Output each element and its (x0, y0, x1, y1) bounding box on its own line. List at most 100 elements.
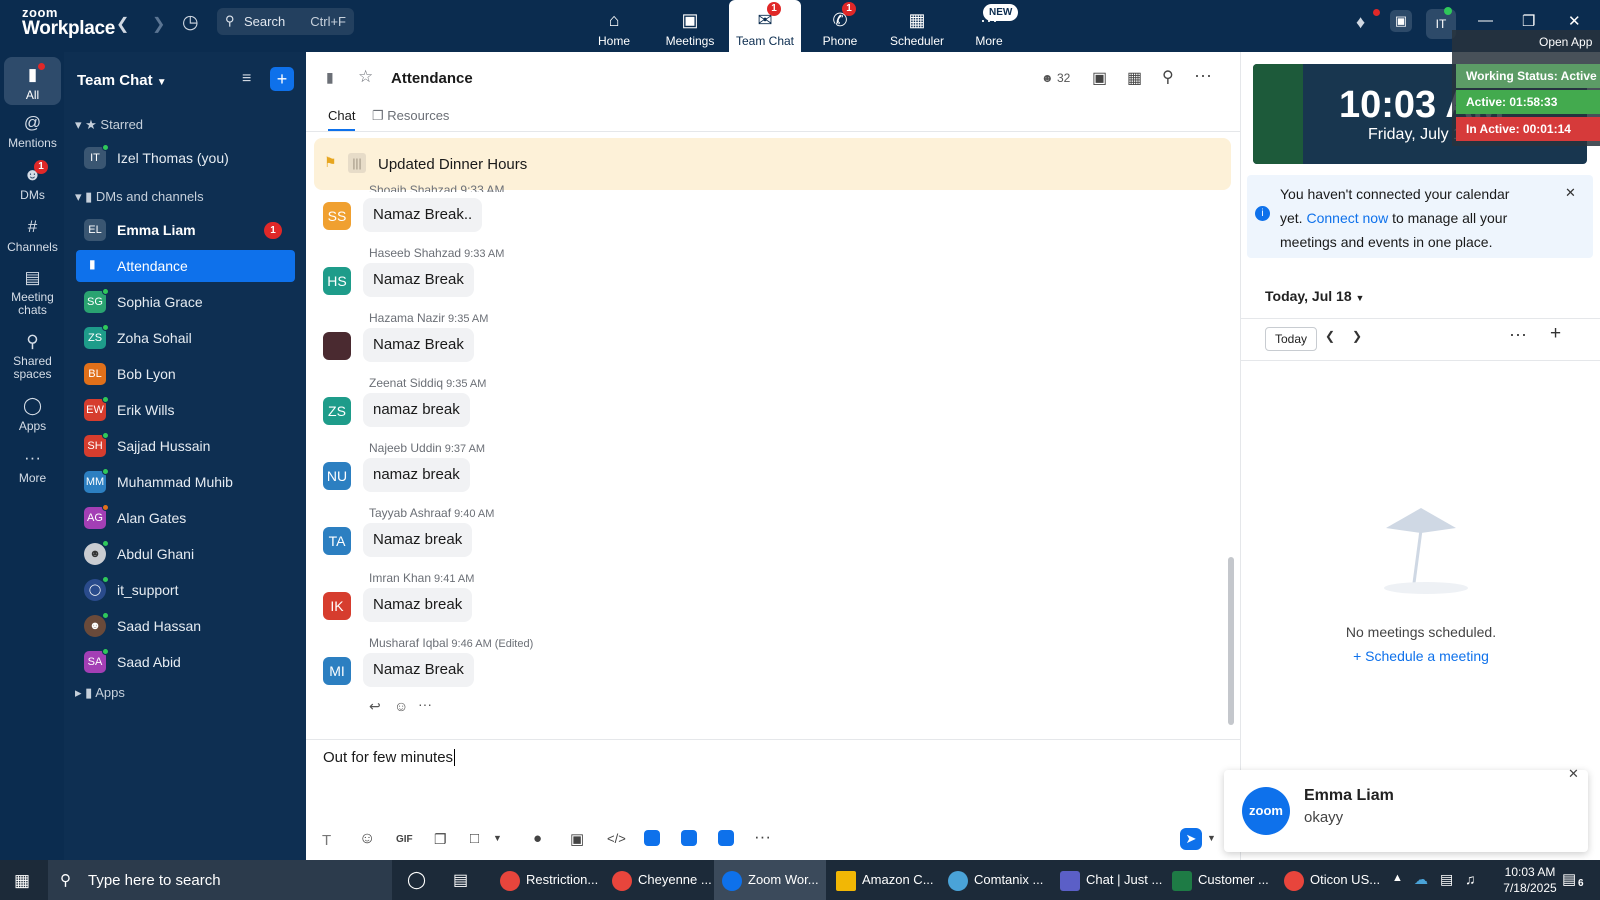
taskbar-app-2[interactable]: Cheyenne ... (612, 860, 712, 900)
add-event-icon[interactable]: + (1550, 323, 1561, 345)
sidebar-item-saad-hassan[interactable]: ☻ Saad Hassan (76, 610, 295, 642)
emoji-icon[interactable]: ☺ (359, 830, 375, 848)
back-arrow-icon[interactable]: ❮ (116, 14, 129, 34)
member-count[interactable]: ☻ 32 (1041, 71, 1070, 85)
apps-section[interactable]: ▸ ▮ Apps (75, 685, 125, 701)
more-options-icon[interactable]: ··· (1194, 65, 1212, 86)
rail-apps[interactable]: ◯ Apps (4, 395, 61, 433)
notification-center-icon[interactable]: ▤ (1562, 870, 1576, 888)
rail-all[interactable]: ▮ All (4, 57, 61, 105)
dms-channels-section[interactable]: ▾ ▮ DMs and channels (75, 189, 204, 205)
close-icon[interactable]: ✕ (1565, 181, 1576, 205)
restore-icon[interactable]: ❐ (1522, 12, 1535, 30)
message-avatar[interactable]: TA (323, 527, 351, 555)
prev-day-icon[interactable]: ❮ (1325, 329, 1335, 343)
tab-chat[interactable]: Chat (328, 108, 356, 131)
send-options-icon[interactable]: ▼ (1207, 833, 1216, 843)
rail-channels[interactable]: # Channels (4, 216, 61, 254)
app-icon-2[interactable] (681, 830, 697, 846)
taskbar-app-7[interactable]: Customer ... (1172, 860, 1269, 900)
tab-phone[interactable]: ✆ Phone 1 (804, 0, 876, 52)
message-bubble[interactable]: Namaz Break.. (363, 198, 483, 232)
sidebar-item-saad-abid[interactable]: SA Saad Abid (76, 646, 295, 678)
sidebar-item-it-support[interactable]: ◯ it_support (76, 574, 295, 606)
tab-meetings[interactable]: ▣ Meetings (654, 0, 726, 52)
scrollbar[interactable] (1228, 557, 1234, 725)
search-bar[interactable]: ⚲ Search Ctrl+F (217, 8, 354, 35)
search-icon[interactable]: ⚲ (1162, 67, 1174, 87)
taskbar-search[interactable]: ⚲ Type here to search (48, 860, 392, 900)
app-icon-3[interactable] (718, 830, 734, 846)
sidebar-item-alan-gates[interactable]: AG Alan Gates (76, 502, 295, 534)
message-avatar[interactable]: MI (323, 657, 351, 685)
rail-meeting-chats[interactable]: ▤ Meeting chats (4, 267, 61, 317)
message-avatar[interactable]: HS (323, 267, 351, 295)
message-avatar[interactable]: NU (323, 462, 351, 490)
file-icon[interactable]: ❐ (434, 831, 447, 848)
volume-icon[interactable]: ♫ (1465, 871, 1476, 887)
sender-name[interactable]: Najeeb Uddin (369, 441, 442, 455)
rail-dms[interactable]: ☻ DMs 1 (4, 160, 61, 202)
gif-button[interactable]: GIF (396, 834, 413, 845)
date-selector[interactable]: Today, Jul 18 ▼ (1265, 288, 1364, 304)
tab-scheduler[interactable]: ▦ Scheduler (880, 0, 954, 52)
cortana-icon[interactable]: ◯ (407, 870, 426, 890)
taskbar-app-4[interactable]: Amazon C... (836, 860, 934, 900)
code-snippet-icon[interactable]: </> (607, 831, 626, 846)
sidebar-item-bob-lyon[interactable]: BL Bob Lyon (76, 358, 295, 390)
composer-more-icon[interactable]: ··· (754, 827, 771, 847)
chevron-down-icon[interactable]: ▼ (493, 833, 502, 843)
rail-more[interactable]: ··· More (4, 447, 61, 485)
message-bubble[interactable]: Namaz Break (363, 263, 474, 297)
message-avatar[interactable]: IK (323, 592, 351, 620)
taskbar-app-5[interactable]: Comtanix ... (948, 860, 1043, 900)
message-input[interactable]: Out for few minutes (323, 749, 456, 766)
sidebar-item-zoha-sohail[interactable]: ZS Zoha Sohail (76, 322, 295, 354)
sender-name[interactable]: Musharaf Iqbal (369, 636, 448, 650)
taskbar-app-6[interactable]: Chat | Just ... (1060, 860, 1162, 900)
sender-name[interactable]: Tayyab Ashraaf (369, 506, 451, 520)
filter-icon[interactable]: ≡ (242, 70, 251, 88)
sidebar-item-muhammad-muhib[interactable]: MM Muhammad Muhib (76, 466, 295, 498)
taskbar-app-3[interactable]: Zoom Wor... (714, 860, 826, 900)
tab-team-chat[interactable]: ✉ Team Chat 1 (729, 0, 801, 52)
reply-icon[interactable]: ↩ (369, 698, 381, 715)
send-button[interactable]: ➤ (1180, 828, 1202, 850)
video-message-icon[interactable]: ▣ (570, 830, 584, 848)
message-more-icon[interactable]: ··· (418, 696, 432, 712)
message-bubble[interactable]: namaz break (363, 458, 470, 492)
rail-mentions[interactable]: @ Mentions (4, 112, 61, 150)
sidebar-item-attendance[interactable]: ▮ Attendance (76, 250, 295, 282)
bell-icon[interactable]: ♦ (1356, 12, 1365, 33)
sidebar-item-sajjad-hussain[interactable]: SH Sajjad Hussain (76, 430, 295, 462)
network-icon[interactable]: ▤ (1440, 871, 1453, 888)
message-bubble[interactable]: Namaz Break (363, 653, 474, 687)
tab-more[interactable]: ··· More NEW (953, 0, 1025, 52)
message-avatar[interactable]: ZS (323, 397, 351, 425)
star-icon[interactable]: ☆ (358, 67, 373, 87)
channel-title[interactable]: Attendance (391, 70, 473, 87)
microphone-icon[interactable]: ● (533, 830, 542, 847)
message-bubble[interactable]: Namaz Break (363, 328, 474, 362)
message-avatar-photo[interactable] (323, 332, 351, 360)
notification-toast[interactable]: zoom Emma Liam okayy ✕ (1224, 766, 1588, 852)
system-clock[interactable]: 10:03 AM 7/18/2025 (1490, 864, 1570, 896)
message-avatar[interactable]: SS (323, 202, 351, 230)
tray-chevron-icon[interactable]: ▲ (1392, 872, 1403, 884)
new-chat-button[interactable]: + (270, 67, 294, 91)
message-bubble[interactable]: Namaz break (363, 523, 473, 557)
sidebar-item-emma-liam[interactable]: EL Emma Liam 1 (76, 214, 295, 246)
windows-start-icon[interactable]: ▦ (14, 871, 30, 891)
sidebar-item-sophia-grace[interactable]: SG Sophia Grace (76, 286, 295, 318)
video-icon[interactable]: ▣ (1092, 68, 1107, 88)
sidebar-item-izel-thomas[interactable]: IT Izel Thomas (you) (76, 142, 295, 174)
emoji-reaction-icon[interactable]: ☺ (394, 698, 408, 714)
message-bubble[interactable]: namaz break (363, 393, 470, 427)
sidebar-title[interactable]: Team Chat ▼ (77, 72, 167, 89)
next-day-icon[interactable]: ❯ (1352, 329, 1362, 343)
onedrive-icon[interactable]: ☁ (1414, 871, 1428, 888)
rail-shared-spaces[interactable]: ⚲ Shared spaces (4, 331, 61, 381)
calendar-more-icon[interactable]: ··· (1509, 324, 1527, 345)
history-icon[interactable]: ◷ (182, 11, 199, 34)
close-window-icon[interactable]: ✕ (1568, 12, 1581, 30)
